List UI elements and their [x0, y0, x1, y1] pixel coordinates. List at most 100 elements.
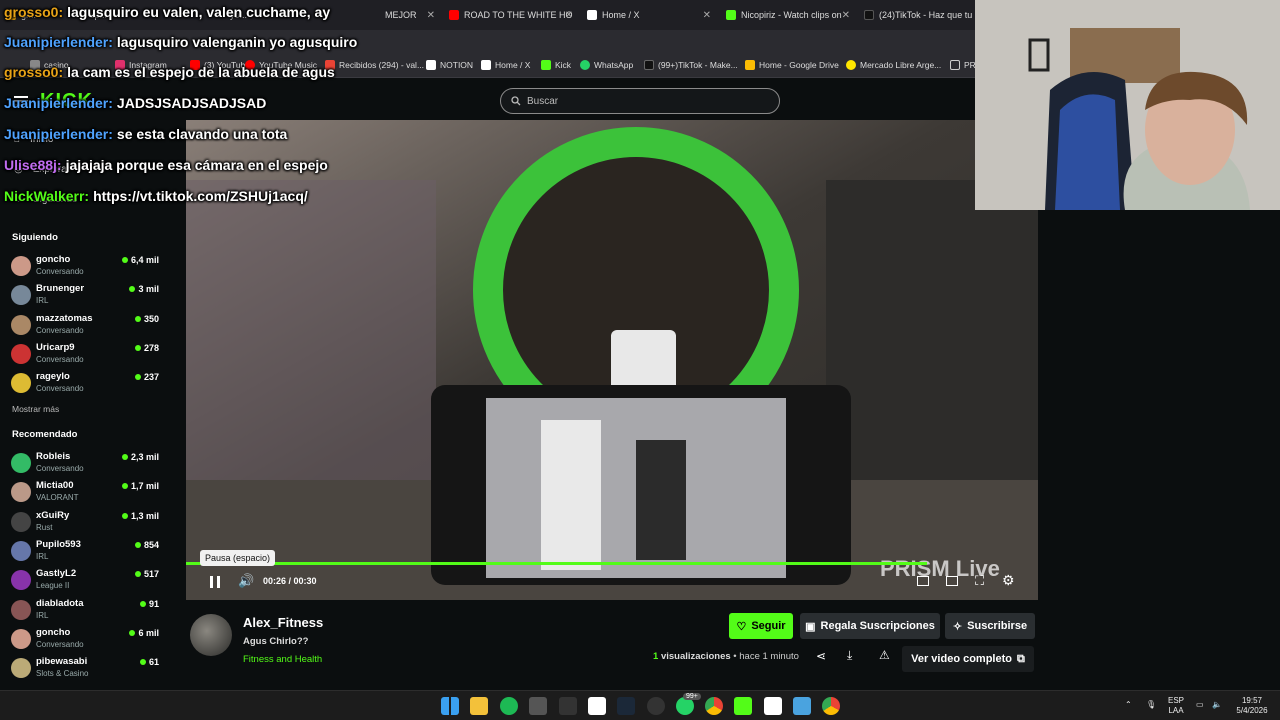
sidebar-channel[interactable]: Mictia00 VALORANT 1,7 mil [11, 480, 161, 508]
tab-label: Home / X [602, 10, 640, 20]
kick-app-icon[interactable] [734, 697, 752, 715]
viewer-count-value: 854 [143, 539, 159, 550]
close-icon[interactable]: ✕ [565, 10, 573, 21]
chat-user: Juanipierlender: [4, 34, 113, 50]
subscribe-button[interactable]: ✧ Suscribirse [945, 613, 1035, 639]
bookmark-notion[interactable]: NOTION [426, 60, 473, 70]
subscribe-label: Suscribirse [967, 620, 1028, 632]
show-more-link[interactable]: Mostrar más [12, 404, 59, 414]
settings-icon[interactable]: ⚙ [1002, 572, 1015, 589]
live-dot [121, 257, 128, 263]
live-dot [121, 483, 128, 490]
gift-subs-button[interactable]: ▣ Regala Suscripciones [800, 613, 940, 639]
close-icon[interactable]: ✕ [842, 10, 850, 21]
tiktok-icon [864, 10, 874, 20]
mercadolibre-icon [846, 60, 856, 70]
stream-category[interactable]: Fitness and Health [243, 654, 322, 665]
store-icon[interactable] [529, 697, 547, 715]
bookmark-kick[interactable]: Kick [541, 60, 571, 70]
channel-avatar [11, 373, 31, 394]
channel-category: IRL [36, 610, 49, 620]
tab-label: MEJOR [385, 10, 417, 20]
chrome-icon[interactable] [705, 697, 723, 715]
chat-message: Juanipierlender: lagusquiro valenganin yo… [4, 34, 357, 50]
microphone-icon[interactable]: 🎙 [1146, 700, 1156, 710]
sidebar-channel[interactable]: GastlyL2 League II 517 [11, 568, 161, 596]
sidebar-channel[interactable]: goncho Conversando 6,4 mil [11, 254, 161, 282]
progress-bar[interactable] [186, 562, 928, 565]
sidebar-channel[interactable]: rageylo Conversando 237 [11, 371, 161, 399]
clock[interactable]: 19:57 5/4/2026 [1232, 696, 1272, 716]
sidebar-channel[interactable]: mazzatomas Conversando 350 [11, 313, 161, 341]
bookmark-x[interactable]: Home / X [481, 60, 530, 70]
sidebar-channel[interactable]: Uricarp9 Conversando 278 [11, 342, 161, 370]
share-icon[interactable]: ⋖ [816, 649, 826, 663]
windows-start-icon[interactable] [441, 697, 459, 715]
channel-name: rageylo [36, 371, 70, 383]
full-video-label: Ver video completo [911, 653, 1012, 665]
pip-icon[interactable] [917, 576, 929, 586]
bookmark-folder-pr[interactable]: PR [950, 60, 976, 70]
network-icon[interactable]: ▭ [1196, 700, 1204, 710]
chat-text: lagusquiro eu valen, valen cuchame, ay [67, 4, 331, 20]
tab-6[interactable]: Nicopiriz - Watch clips on ✕ [726, 4, 850, 26]
chat-message: Ulise88j: jajajaja porque esa cámara en e… [4, 157, 328, 173]
channel-category: IRL [36, 551, 49, 561]
follow-button[interactable]: ♡ Seguir [729, 613, 793, 639]
tiktok-icon [644, 60, 654, 70]
channel-avatar[interactable] [190, 614, 232, 656]
full-video-button[interactable]: Ver video completo ⧉ [902, 646, 1034, 672]
theater-icon[interactable] [946, 576, 958, 586]
notion-app-icon[interactable] [764, 697, 782, 715]
calculator-icon[interactable] [559, 697, 577, 715]
bookmark-mercadolibre[interactable]: Mercado Libre Arge... [846, 60, 941, 70]
channel-category: VALORANT [36, 493, 79, 503]
sidebar-channel[interactable]: pibewasabi Slots & Casino 61 [11, 656, 161, 684]
channel-avatar [11, 453, 31, 473]
tab-3[interactable]: MEJOR ✕ [385, 4, 435, 26]
channel-avatar [11, 540, 31, 561]
close-icon[interactable]: ✕ [703, 10, 711, 21]
sidebar-channel[interactable]: Pupilo593 IRL 854 [11, 539, 161, 567]
chat-text: jajajaja porque esa cámara en el espejo [65, 157, 328, 173]
sidebar-channel[interactable]: goncho Conversando 6 mil [11, 627, 161, 655]
channel-name[interactable]: Alex_Fitness [243, 615, 323, 630]
tab-5[interactable]: Home / X ✕ [587, 4, 711, 26]
download-icon[interactable]: ⤓ [847, 648, 852, 663]
spotify-icon[interactable] [500, 697, 518, 715]
webcam-frame [975, 0, 1280, 210]
viewer-count-value: 1,7 mil [130, 481, 159, 492]
sidebar-channel[interactable]: Robleis Conversando 2,3 mil [11, 451, 161, 479]
speaker-icon[interactable]: 🔈 [1212, 700, 1222, 710]
volume-icon[interactable]: 🔊 [238, 573, 254, 589]
tab-4[interactable]: ROAD TO THE WHITE HO ✕ [449, 4, 573, 26]
notepad-icon[interactable] [793, 697, 811, 715]
chrome-active-icon[interactable] [822, 697, 840, 715]
search-input[interactable]: Buscar [500, 88, 780, 114]
steam-icon[interactable] [617, 697, 635, 715]
sidebar-channel[interactable]: Brunenger IRL 3 mil [11, 283, 161, 311]
sidebar-channel[interactable]: xGuiRy Rust 1,3 mil [11, 510, 161, 538]
obs-icon[interactable] [647, 697, 665, 715]
tab-7[interactable]: (24)TikTok - Haz que tu d [864, 4, 972, 26]
fullscreen-icon[interactable]: ⛶ [975, 573, 984, 589]
file-explorer-icon[interactable] [470, 697, 488, 715]
capcut-icon[interactable] [588, 697, 606, 715]
windows-taskbar: 99+ ⌃ 🎙 ESP LAA ▭ 🔈 19:57 5/4/2026 [0, 690, 1280, 720]
bookmark-tiktok[interactable]: (99+)TikTok - Make... [644, 60, 738, 70]
chat-text: https://vt.tiktok.com/ZSHUj1acq/ [93, 188, 308, 204]
x-logo-icon [481, 60, 491, 70]
video-player[interactable]: PRISM Live [186, 120, 1038, 600]
bookmark-drive[interactable]: Home - Google Drive [745, 60, 839, 70]
bookmark-whatsapp[interactable]: WhatsApp [580, 60, 633, 70]
viewer-count: 3 mil [129, 284, 159, 294]
pause-button[interactable] [210, 576, 220, 588]
report-icon[interactable]: ⚠ [879, 648, 890, 662]
bookmark-gmail[interactable]: Recibidos (294) - val... [325, 60, 424, 70]
tray-chevron-icon[interactable]: ⌃ [1125, 700, 1132, 710]
live-dot [134, 541, 141, 548]
language-indicator[interactable]: ESP LAA [1168, 696, 1184, 716]
close-icon[interactable]: ✕ [427, 10, 435, 21]
chat-message: grosso0: la cam es el espejo de la abuela… [4, 64, 335, 80]
sidebar-channel[interactable]: diabladota IRL 91 [11, 598, 161, 626]
